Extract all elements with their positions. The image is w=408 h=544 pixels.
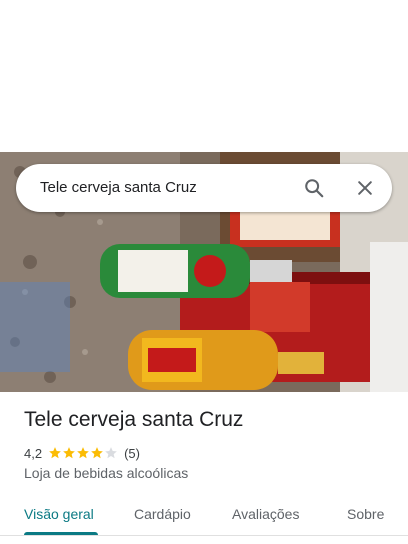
rating-row[interactable]: 4,2 (5) [24,444,140,462]
star-icon [77,447,89,459]
tab-bar: Visão geral Cardápio Avaliações Sobre [0,492,408,536]
place-category: Loja de bebidas alcoólicas [24,465,189,481]
tab-divider [0,535,408,536]
rating-value: 4,2 [24,445,43,461]
star-icon [49,447,61,459]
place-title: Tele cerveja santa Cruz [24,408,244,431]
search-icon[interactable] [298,172,330,204]
search-input[interactable]: Tele cerveja santa Cruz [40,164,197,212]
star-icon [63,447,75,459]
close-icon[interactable] [349,172,381,204]
star-rating [48,446,118,460]
star-icon [91,447,103,459]
map-area-blank [0,0,408,152]
search-bar[interactable]: Tele cerveja santa Cruz [16,164,392,212]
tab-overview[interactable]: Visão geral [24,492,94,536]
review-count[interactable]: (5) [124,446,140,461]
tab-menu[interactable]: Cardápio [134,492,191,536]
tab-about[interactable]: Sobre [347,492,384,536]
tab-reviews[interactable]: Avaliações [232,492,299,536]
star-empty-icon [105,447,117,459]
